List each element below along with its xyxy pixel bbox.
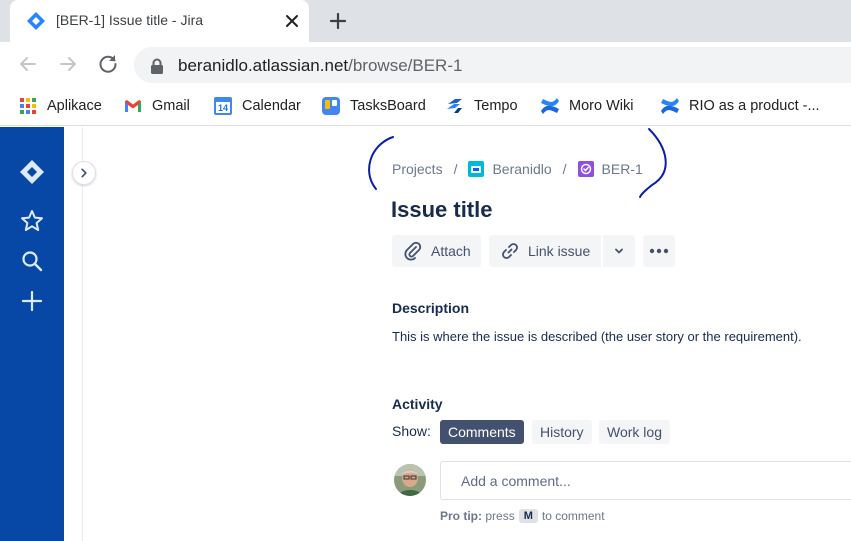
more-actions-button[interactable] [643, 235, 675, 267]
browser-toolbar: beranidlo.atlassian.net/browse/BER-1 [0, 42, 851, 86]
apps-grid-icon [20, 98, 36, 114]
bookmark-gmail[interactable]: Gmail [123, 95, 190, 117]
issue-title[interactable]: Issue title [391, 197, 492, 223]
annotation-scribble [368, 128, 667, 198]
avatar [394, 464, 426, 496]
calendar-icon: 14 [214, 97, 232, 115]
show-label: Show: [392, 423, 431, 439]
comment-placeholder: Add a comment... [461, 473, 571, 489]
pro-tip: Pro tip: press M to comment [440, 509, 605, 523]
attach-label: Attach [431, 243, 471, 259]
bookmark-label: TasksBoard [350, 98, 426, 114]
reload-icon[interactable] [96, 52, 120, 76]
url-host: beranidlo.atlassian.net [178, 56, 349, 75]
user-photo-icon [394, 464, 426, 496]
new-tab-icon[interactable] [326, 9, 350, 33]
filter-comments-button[interactable]: Comments [440, 420, 524, 444]
bookmark-tasksboard[interactable]: TasksBoard [321, 95, 426, 117]
tasksboard-icon [322, 97, 340, 115]
bookmark-calendar[interactable]: 14 Calendar [213, 95, 301, 117]
bookmark-aplikace[interactable]: Aplikace [18, 95, 102, 117]
forward-arrow-icon[interactable] [56, 52, 80, 76]
protip-key: M [518, 509, 538, 523]
gmail-icon [125, 100, 141, 112]
bookmarks-bar: Aplikace Gmail 14 Calendar TasksBoard Te… [0, 86, 851, 126]
bookmark-label: Tempo [474, 98, 518, 114]
protip-prefix: Pro tip: [440, 509, 482, 523]
sidebar-divider [82, 127, 83, 541]
bookmark-moro-wiki[interactable]: Moro Wiki [540, 95, 633, 117]
plus-icon[interactable] [18, 287, 46, 315]
protip-press: press [485, 509, 515, 523]
more-dots-icon [649, 248, 669, 254]
search-icon[interactable] [18, 247, 46, 275]
confluence-icon [661, 98, 679, 114]
attach-button[interactable]: Attach [392, 235, 481, 267]
bookmark-tempo[interactable]: Tempo [445, 95, 518, 117]
description-text[interactable]: This is where the issue is described (th… [392, 329, 802, 344]
bookmark-label: Gmail [152, 98, 190, 114]
link-issue-dropdown-button[interactable] [603, 235, 635, 267]
filter-work-log-button[interactable]: Work log [599, 420, 670, 444]
bookmark-label: Moro Wiki [569, 98, 634, 114]
tempo-icon [447, 99, 462, 113]
calendar-badge: 14 [218, 103, 228, 113]
jira-logo-icon[interactable] [18, 158, 46, 186]
back-arrow-icon[interactable] [16, 52, 40, 76]
address-bar[interactable]: beranidlo.atlassian.net/browse/BER-1 [134, 47, 851, 83]
paperclip-icon [404, 241, 422, 261]
expand-sidebar-chevron-icon[interactable] [72, 161, 96, 185]
jira-favicon-icon [27, 12, 45, 30]
url-path: /browse/BER-1 [348, 56, 463, 75]
comment-input[interactable]: Add a comment... [440, 461, 851, 500]
bookmark-rio-as-a-product[interactable]: RIO as a product -... [660, 95, 820, 117]
bookmark-label: RIO as a product -... [689, 98, 820, 114]
close-icon[interactable] [280, 9, 304, 33]
jira-global-sidebar [0, 127, 64, 541]
chevron-down-icon [615, 248, 623, 254]
url-text: beranidlo.atlassian.net/browse/BER-1 [178, 56, 462, 76]
filter-history-button[interactable]: History [532, 420, 592, 444]
confluence-icon [541, 98, 559, 114]
protip-suffix: to comment [541, 509, 605, 523]
bookmark-label: Calendar [242, 98, 301, 114]
link-issue-label: Link issue [528, 243, 591, 259]
browser-tab-strip: [BER-1] Issue title - Jira [0, 0, 851, 42]
bookmark-label: Aplikace [47, 98, 102, 114]
link-icon [502, 243, 518, 259]
tab-title: [BER-1] Issue title - Jira [56, 12, 204, 28]
browser-tab[interactable]: [BER-1] Issue title - Jira [10, 0, 309, 42]
star-icon[interactable] [18, 207, 46, 235]
lock-icon[interactable] [150, 58, 164, 74]
activity-heading: Activity [392, 396, 443, 412]
link-issue-button[interactable]: Link issue [489, 235, 601, 267]
description-heading: Description [392, 300, 470, 316]
